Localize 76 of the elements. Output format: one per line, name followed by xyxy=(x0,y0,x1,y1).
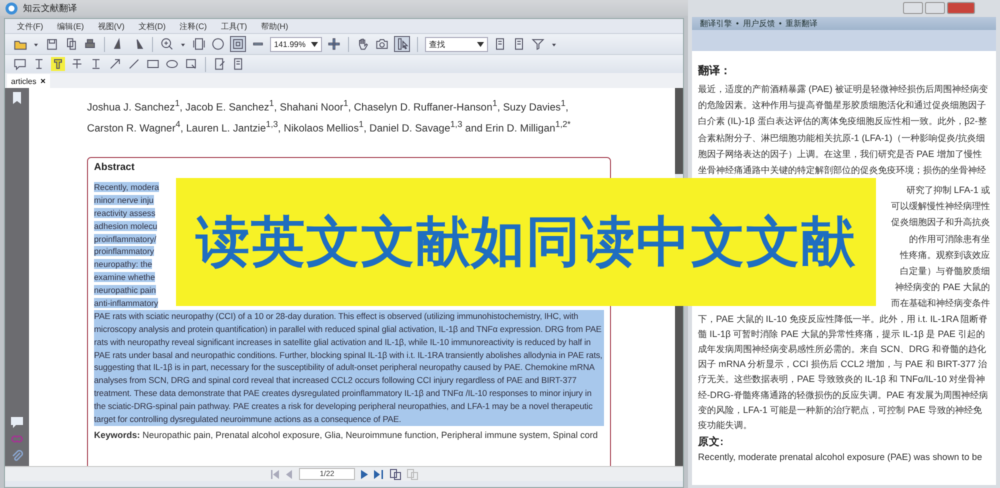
close-tab-button[interactable]: × xyxy=(40,76,46,86)
abstract-line-start: anti-inflammatory xyxy=(94,298,158,308)
hand-tool-icon[interactable] xyxy=(356,37,370,51)
search-mode-dropdown[interactable]: 查找 xyxy=(425,36,488,52)
translation-line-end: 而在基础和神经病变条件 xyxy=(891,298,990,308)
arrow-icon[interactable] xyxy=(108,57,122,71)
menu-item[interactable]: 注释(C) xyxy=(180,20,207,32)
dropdown-caret-icon xyxy=(311,42,318,46)
abstract-line-start: neuropathy: the xyxy=(94,259,152,270)
highlight-icon[interactable] xyxy=(51,57,65,71)
abstract-line-start: adhesion molecu xyxy=(94,220,158,231)
camera-icon[interactable] xyxy=(375,37,389,51)
document-tab[interactable]: articles × xyxy=(7,74,50,88)
menu-item[interactable]: 编辑(E) xyxy=(57,20,84,32)
abstract-line-start: neuropathic pain xyxy=(94,285,156,296)
menu-item[interactable]: 帮助(H) xyxy=(261,20,288,32)
rectangle-icon[interactable] xyxy=(146,57,160,71)
edit-note-icon[interactable] xyxy=(213,57,227,71)
page-layout-icon[interactable] xyxy=(390,468,401,480)
comment-icon[interactable] xyxy=(11,417,23,428)
abstract-line-start: examine whethe xyxy=(94,272,155,282)
strikethrough-icon[interactable] xyxy=(70,57,84,71)
dropdown-caret-icon xyxy=(477,42,484,46)
abstract-heading: Abstract xyxy=(94,162,136,174)
select-text-icon[interactable] xyxy=(394,36,410,52)
save-icon[interactable] xyxy=(45,37,59,51)
author-list: Carston R. Wagner$^{4}$, Lauren L. Jantzie$^{1,3}$, Nikolaos Mellios$^{1}$, Daniel D. Savage$^{1,3}$ and Erin D. Milligan$^{1,2*}$ xyxy=(87,116,675,138)
abstract-line-start: Recently, modera xyxy=(94,182,160,192)
banner-text: 读英文文献如同读中文文献 xyxy=(196,211,856,273)
fit-page-icon[interactable] xyxy=(192,37,206,51)
translation-line-end: 促炎细胞因子和升高抗炎 xyxy=(891,217,990,228)
original-heading: 原文: xyxy=(698,436,724,450)
window-title: 知云文献翻译 xyxy=(23,2,77,14)
panel-link[interactable]: 用户反馈 xyxy=(742,18,775,29)
document-icon[interactable] xyxy=(493,37,507,51)
scrollbar-track[interactable] xyxy=(675,304,683,466)
next-page-icon[interactable] xyxy=(361,470,368,478)
zoom-dropdown[interactable]: 141.99% xyxy=(270,36,322,52)
zoom-in-icon[interactable] xyxy=(160,37,174,51)
separator-dot: • xyxy=(778,19,782,28)
filter-icon[interactable] xyxy=(531,37,545,51)
app-logo-icon xyxy=(5,2,18,14)
bookmark-icon[interactable] xyxy=(12,92,22,104)
comment-icon[interactable] xyxy=(13,57,27,71)
translation-heading: 翻译： xyxy=(698,65,732,78)
menu-item[interactable]: 工具(T) xyxy=(220,20,247,32)
document-icon[interactable] xyxy=(512,37,526,51)
last-page-icon[interactable] xyxy=(374,470,384,478)
copy-icon[interactable] xyxy=(64,37,78,51)
ellipse-icon[interactable] xyxy=(165,57,179,71)
menu-item[interactable]: 视图(V) xyxy=(98,20,125,32)
panel-link[interactable]: 重新翻译 xyxy=(786,18,818,29)
line-icon[interactable] xyxy=(127,57,141,71)
print-icon[interactable] xyxy=(83,37,97,51)
abstract-line-start: proinflammatory xyxy=(94,246,154,256)
translation-line-end: 神经病变的 PAE 大鼠的 xyxy=(895,282,990,292)
zoom-plus-icon[interactable] xyxy=(327,37,341,51)
panel-link[interactable]: 翻译引擎 xyxy=(700,18,732,29)
abstract-text: PAE rats with sciatic neuropathy (CCI) of a 10 or 28-day duration. This effect is observed (utilizing immunohistochemistry, IHC, with microscopy analysis and protein quantification) in parallel with reduced spinal glial activation, IL-1β and TNFα expression. DRG from PAE rats with neuropathy reveal significant increases in satellite glial activation and IL-1β, while IL-10 immunoreactivity is reduced by half in PAE rats under basal and neuropathic conditions. Further, blocking spinal IL-1β with i.t. IL-1RA transiently abolishes allodynia in PAE rats, suggesting that IL-1β is in part, necessary for the susceptibility of adult-onset peripheral neuropathy caused by PAE. Chemokine mRNA analyses from SCN, DRG and spinal cord reveal that increased CCL2 occurs following CCI injury regardless of PAE and BIRT-377 treatment. These data demonstrate that PAE creates dysregulated proinflammatory IL-1β and TNFα /IL-10 responses to minor injury in the sciatic-DRG-spinal pain pathway. PAE creates a risk for developing peripheral neuropathies, and LFA-1 may be a novel therapeutic target for controlling dysregulated neuroimmune actions as a consequence of PAE. xyxy=(94,310,604,426)
translation-line-end: 性疼痛。观察到该效应 xyxy=(900,250,990,260)
translation-line-end: 的作用可消除患有坐 xyxy=(909,234,990,244)
keywords-text: Keywords: Neuropathic pain, Prenatal alcohol exposure, Glia, Neuroimmune function, Peripheral immune system, Spinal cord xyxy=(94,429,599,441)
abstract-line-start: minor nerve inju xyxy=(94,194,154,205)
author-list: Joshua J. Sanchez$^{1}$, Jacob E. Sanchez$^{1}$, Shahani Noor$^{1}$, Chaselyn D. Ruffaner-Hanson$^{1}$, Suzy Davies$^{1}$, xyxy=(87,95,675,116)
menu-item[interactable]: 文件(F) xyxy=(17,20,44,32)
translation-line-end: 白定量）与脊髓胶质细 xyxy=(900,266,990,276)
translation-text: 下，PAE 大鼠的 IL-10 免疫反应性降低一半。此外，用 i.t. IL-1RA 阻断脊髓 IL-1β 可暂时消除 PAE 大鼠的异常性疼痛，提示 IL-1β 是 PAE 引起的成年发病周围神经病变易感性所必需的。来自 SCN、DRG 和脊髓的趋化因子 mRNA 分析显示，CCI 损伤后 CCL2 增加，与 PAE 和 BIRT-377 治疗无关。这些数据表明，PAE 导致致炎的 IL-1β 和 TNFα/IL-10 对坐骨神经-DRG-脊髓疼痛通路的轻微损伤的反应失调。PAE 有发展为周围神经病变的风险，LFA-1 可能是一种新的治疗靶点，可控制 PAE 导致的神经免疫功能失调。 xyxy=(698,312,989,432)
original-text: Recently, moderate prenatal alcohol exposure (PAE) was shown to be xyxy=(698,452,984,464)
abstract-line-start: reactivity assess xyxy=(94,208,156,218)
translation-line-end: 研究了抑制 LFA-1 或 xyxy=(906,185,990,195)
translation-text: 最近，适度的产前酒精暴露 (PAE) 被证明是轻微神经损伤后周围神经病变的危险因素。这种作用与提高脊髓星形胶质细胞活化和通过促炎细胞因子白介素 (IL)-1β 蛋白表达评估的离体免疫细胞反应性相一致。此外，β2-整合素粘附分子、淋巴细胞功能相关抗原-1 (LFA-1)（一种影响促炎/抗炎细胞因子网络表达的因子）上调。在这里，我们研究是否 PAE 增加了慢性坐骨神经痛通路中关键的特定解剖部位的促炎免疫环境；损伤的坐骨神经 xyxy=(698,83,989,178)
translation-line-end: 可以缓解慢性神经病理性 xyxy=(891,201,990,212)
menu-item[interactable]: 文档(D) xyxy=(138,20,166,32)
abstract-line-start: proinflammatory/ xyxy=(94,234,156,244)
scrollbar-track[interactable] xyxy=(675,88,683,174)
separator-dot: • xyxy=(736,19,739,28)
